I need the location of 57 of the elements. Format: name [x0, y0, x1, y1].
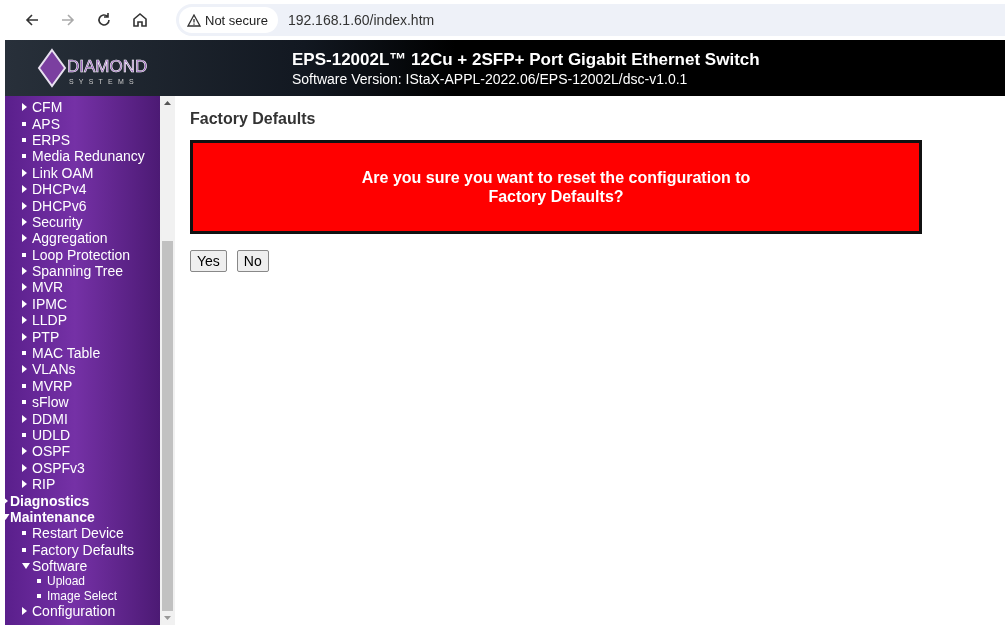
dialog-button[interactable]: Yes [190, 250, 227, 272]
menu-item[interactable]: Loop Protection [32, 246, 131, 263]
menu-item[interactable]: Security [32, 213, 83, 230]
bullet-icon [22, 433, 26, 437]
url-text: 192.168.1.60/index.htm [287, 12, 435, 28]
menu-section[interactable]: Maintenance [10, 508, 95, 525]
menu-item[interactable]: Upload [47, 573, 86, 590]
menu-item[interactable]: DHCPv6 [32, 197, 87, 214]
home-icon [131, 11, 149, 29]
security-chip[interactable]: Not secure [179, 7, 278, 33]
menu-section[interactable]: Diagnostics [10, 492, 90, 509]
bullet-icon [37, 593, 41, 598]
bullet-icon [22, 137, 26, 142]
bullet-icon [22, 547, 26, 552]
menu-item[interactable]: Software [32, 558, 88, 575]
menu-item[interactable]: Restart Device [32, 525, 124, 542]
menu-item[interactable]: OSPFv3 [32, 459, 85, 476]
bullet-icon [22, 351, 26, 356]
menu-item[interactable]: DDMI [32, 410, 68, 427]
bullet-icon [22, 400, 26, 405]
menu-item[interactable]: MAC Table [32, 345, 101, 362]
menu-item[interactable]: VLANs [32, 361, 76, 378]
warning-message: Are you sure you want to reset the configuration to Factory Defaults? [360, 168, 752, 206]
menu-item[interactable]: Aggregation [32, 230, 108, 247]
menu-item[interactable]: Link OAM [32, 164, 94, 181]
menu-item[interactable]: LLDP [32, 312, 68, 329]
menu-item[interactable]: Media Redunancy [32, 148, 145, 165]
menu-item[interactable]: sFlow [32, 394, 69, 411]
dialog-button[interactable]: No [236, 250, 269, 272]
bullet-icon [22, 121, 26, 126]
bullet-icon [22, 252, 26, 257]
menu-item[interactable]: PTP [32, 328, 60, 345]
page-title: Factory Defaults [190, 110, 317, 128]
warning-icon [187, 13, 201, 27]
address-bar[interactable]: Not secure 192.168.1.60/index.htm [176, 4, 1005, 36]
menu-item[interactable]: IPMC [32, 295, 67, 312]
menu-item[interactable]: DHCPv4 [32, 181, 87, 198]
bullet-icon [37, 579, 41, 584]
scrollbar[interactable] [160, 96, 175, 625]
reload-icon [95, 11, 113, 29]
menu-item[interactable]: Spanning Tree [32, 263, 124, 280]
software-version: Software Version: IStaX-APPL-2022.06/EPS-12002L/dsc-v1.0.1 [292, 70, 689, 87]
menu-item[interactable]: Configuration [32, 602, 116, 619]
bullet-icon [22, 154, 26, 159]
bullet-icon [22, 383, 26, 388]
menu-item[interactable]: MVRP [32, 377, 73, 394]
menu-item[interactable]: APS [32, 115, 60, 132]
menu-item[interactable]: UDLD [32, 427, 71, 443]
bullet-icon [22, 531, 26, 536]
menu-item[interactable]: ERPS [32, 131, 71, 148]
menu-item[interactable]: MVR [32, 279, 64, 296]
menu-item[interactable]: Image Select [47, 587, 118, 604]
device-title: EPS-12002L™ 12Cu + 2SFP+ Port Gigabit Ethernet Switch [292, 49, 760, 70]
menu-item[interactable]: OSPF [32, 443, 71, 460]
menu-item[interactable]: CFM [32, 99, 63, 116]
menu-item[interactable]: RIP [32, 476, 56, 493]
menu-item[interactable]: Factory Defaults [32, 541, 134, 558]
